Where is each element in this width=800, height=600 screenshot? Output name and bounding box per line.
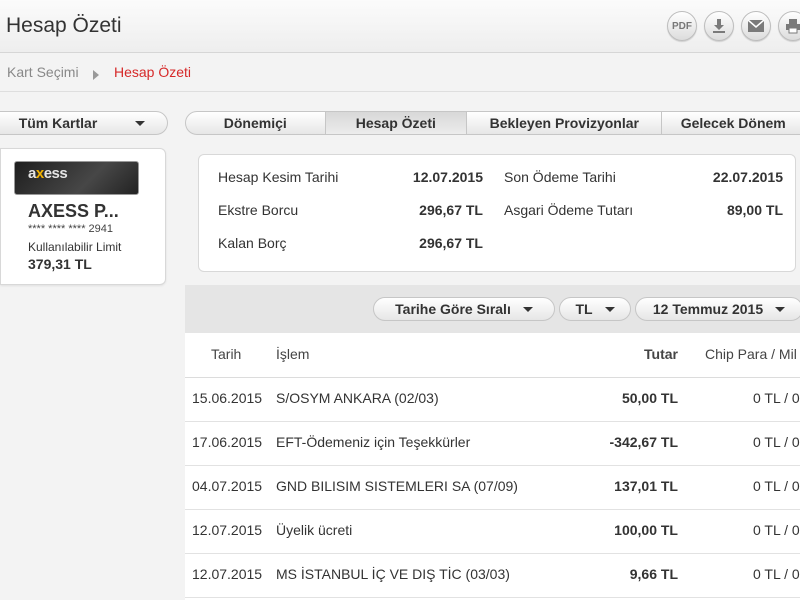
- sort-dropdown-label: Tarihe Göre Sıralı: [395, 301, 511, 317]
- row-date: 15.06.2015: [192, 390, 263, 406]
- download-icon[interactable]: [704, 11, 734, 41]
- statement-summary: Hesap Kesim Tarihi 12.07.2015 Son Ödeme …: [198, 154, 796, 272]
- table-row[interactable]: 17.06.2015 EFT-Ödemeniz için Teşekkürler…: [185, 421, 800, 466]
- sort-dropdown[interactable]: Tarihe Göre Sıralı: [373, 297, 555, 321]
- table-row[interactable]: 12.07.2015 MS İSTANBUL İÇ VE DIŞ TİC (03…: [185, 553, 800, 598]
- row-description: GND BILISIM SISTEMLERI SA (07/09): [276, 478, 518, 494]
- row-amount: 137,01 TL: [614, 478, 678, 494]
- due-date-value: 22.07.2015: [712, 169, 783, 185]
- remaining-debt-label: Kalan Borç: [218, 235, 287, 251]
- tab-bekleyen-provizyonlar[interactable]: Bekleyen Provizyonlar: [467, 112, 663, 134]
- statement-debt-value: 296,67 TL: [419, 202, 483, 218]
- mail-icon-glyph: [747, 19, 765, 32]
- min-payment-label: Asgari Ödeme Tutarı: [504, 202, 634, 218]
- filter-bar: Tarihe Göre Sıralı TL 12 Temmuz 2015: [185, 285, 800, 333]
- table-row[interactable]: 04.07.2015 GND BILISIM SISTEMLERI SA (07…: [185, 465, 800, 510]
- tab-hesap-ozeti[interactable]: Hesap Özeti: [325, 112, 468, 134]
- row-chip-mil: 0 TL / 0: [753, 390, 800, 406]
- row-amount: 50,00 TL: [621, 390, 678, 406]
- min-payment-value: 89,00 TL: [726, 202, 783, 218]
- pdf-icon[interactable]: PDF: [667, 11, 697, 41]
- card-image: axess: [14, 161, 139, 195]
- remaining-debt-value: 296,67 TL: [419, 235, 483, 251]
- column-header-transaction[interactable]: İşlem: [276, 346, 309, 362]
- period-dropdown-label: 12 Temmuz 2015: [652, 301, 764, 317]
- chevron-down-icon: [604, 306, 615, 312]
- currency-dropdown[interactable]: TL: [559, 297, 631, 321]
- row-chip-mil: 0 TL / 0: [753, 566, 800, 582]
- chevron-down-icon: [775, 306, 786, 312]
- table-row[interactable]: 15.06.2015 S/OSYM ANKARA (02/03) 50,00 T…: [185, 377, 800, 422]
- tab-donemici[interactable]: Dönemiçi: [186, 112, 326, 134]
- chevron-down-icon: [135, 120, 146, 126]
- print-icon[interactable]: [778, 11, 800, 41]
- row-chip-mil: 0 TL / 0: [753, 522, 800, 538]
- print-icon-glyph: [786, 19, 800, 34]
- row-date: 04.07.2015: [192, 478, 263, 494]
- breadcrumb-separator-icon: [93, 70, 99, 80]
- period-dropdown[interactable]: 12 Temmuz 2015: [635, 297, 800, 321]
- breadcrumb-kart-secimi[interactable]: Kart Seçimi: [7, 64, 79, 80]
- row-date: 12.07.2015: [192, 522, 263, 538]
- transactions-table: Tarih İşlem Tutar Chip Para / Mil 15.06.…: [185, 333, 800, 600]
- row-description: S/OSYM ANKARA (02/03): [276, 390, 439, 406]
- row-description: Üyelik ücreti: [276, 522, 353, 538]
- download-icon-glyph: [713, 19, 725, 33]
- table-header: Tarih İşlem Tutar Chip Para / Mil: [185, 333, 800, 378]
- row-date: 17.06.2015: [192, 434, 263, 450]
- breadcrumb-hesap-ozeti: Hesap Özeti: [114, 64, 192, 80]
- row-amount: -342,67 TL: [609, 434, 678, 450]
- pdf-icon-label: PDF: [672, 20, 692, 32]
- tab-label: Bekleyen Provizyonlar: [489, 115, 639, 131]
- currency-dropdown-label: TL: [575, 301, 593, 317]
- card-panel[interactable]: axess AXESS P... **** **** **** 2941 Kul…: [0, 148, 166, 285]
- column-header-date[interactable]: Tarih: [211, 346, 241, 362]
- mail-icon[interactable]: [741, 11, 771, 41]
- row-chip-mil: 0 TL / 0: [753, 434, 800, 450]
- table-row[interactable]: 12.07.2015 Üyelik ücreti 100,00 TL 0 TL …: [185, 509, 800, 554]
- statement-debt-label: Ekstre Borcu: [218, 202, 299, 218]
- row-description: EFT-Ödemeniz için Teşekkürler: [276, 434, 471, 450]
- tab-gelecek-donem[interactable]: Gelecek Dönem: [662, 112, 800, 134]
- row-amount: 9,66 TL: [629, 566, 678, 582]
- card-selector-label: Tüm Kartlar: [18, 115, 98, 131]
- row-description: MS İSTANBUL İÇ VE DIŞ TİC (03/03): [276, 566, 510, 582]
- tab-label: Dönemiçi: [223, 115, 287, 131]
- card-name: AXESS P...: [28, 201, 119, 221]
- page-header: Hesap Özeti PDF: [0, 0, 800, 53]
- row-amount: 100,00 TL: [614, 522, 678, 538]
- available-limit-value: 379,31 TL: [28, 256, 92, 272]
- card-number: **** **** **** 2941: [28, 223, 114, 235]
- column-header-chip-mil[interactable]: Chip Para / Mil: [705, 346, 797, 362]
- tab-label: Gelecek Dönem: [680, 115, 786, 131]
- row-chip-mil: 0 TL / 0: [753, 478, 800, 494]
- column-header-amount[interactable]: Tutar: [644, 346, 678, 362]
- statement-date-value: 12.07.2015: [412, 169, 483, 185]
- statement-date-label: Hesap Kesim Tarihi: [218, 169, 339, 185]
- axess-logo: axess: [28, 165, 68, 182]
- due-date-label: Son Ödeme Tarihi: [504, 169, 616, 185]
- tab-bar: Dönemiçi Hesap Özeti Bekleyen Provizyonl…: [185, 111, 800, 135]
- available-limit-label: Kullanılabilir Limit: [28, 240, 122, 254]
- page-title: Hesap Özeti: [6, 14, 122, 37]
- breadcrumb: Kart Seçimi Hesap Özeti: [0, 53, 800, 92]
- chevron-down-icon: [522, 306, 533, 312]
- card-selector-dropdown[interactable]: Tüm Kartlar: [0, 111, 168, 135]
- tab-label: Hesap Özeti: [355, 115, 436, 131]
- row-date: 12.07.2015: [192, 566, 263, 582]
